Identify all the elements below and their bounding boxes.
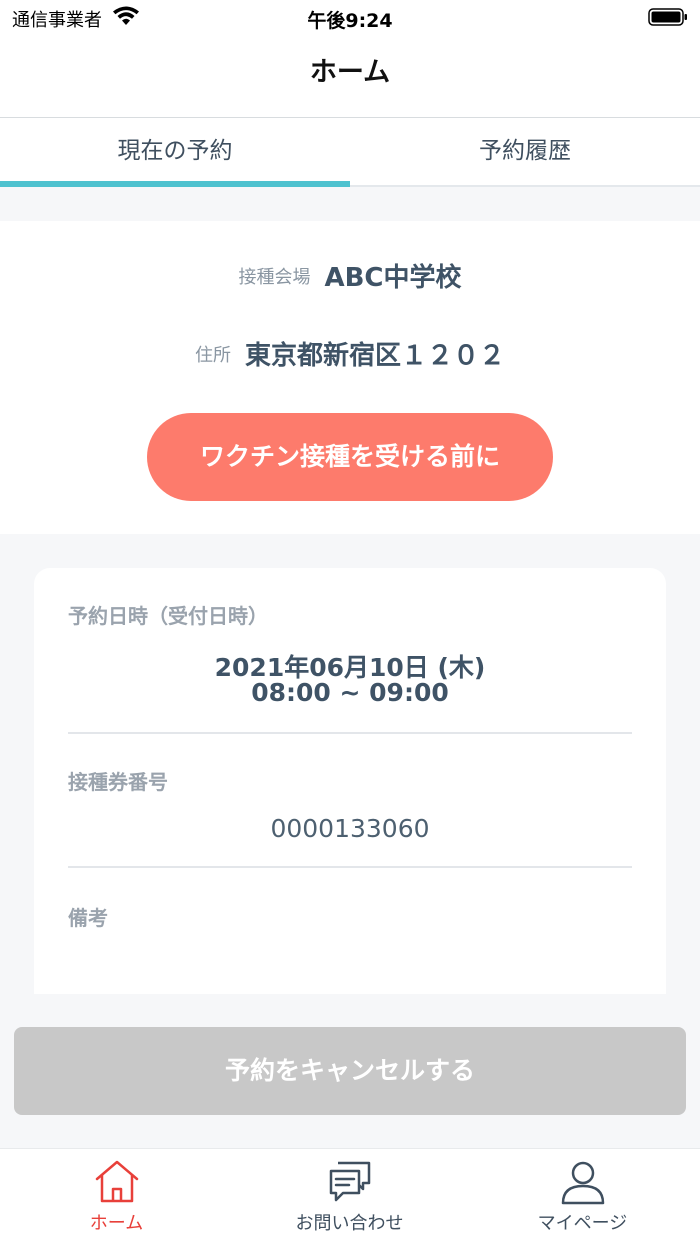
page-title: ホーム [309, 57, 391, 88]
tab-bar-mypage[interactable]: マイページ [466, 1149, 699, 1244]
battery-icon [648, 8, 687, 26]
venue-value: ABC中学校 [324, 263, 462, 293]
navigation-bar: ホーム [0, 36, 700, 118]
active-tab-indicator [0, 181, 350, 187]
reservation-tabs: 現在の予約 予約履歴 [0, 118, 700, 187]
address-label: 住所 [194, 344, 231, 366]
address-row: 住所 東京都新宿区１２０２ [0, 335, 700, 372]
clock: 午後9:24 [307, 10, 393, 32]
status-bar: 通信事業者 午後9:24 [0, 0, 700, 36]
bottom-tab-bar: ホーム お問い合わせ マイページ [0, 1148, 700, 1244]
user-icon [561, 1161, 605, 1205]
reservation-detail-card: 予約日時（受付日時） 2021年06月10日 (木) 08:00 ~ 09:00… [34, 568, 666, 994]
divider [68, 866, 632, 868]
reservation-time: 08:00 ~ 09:00 [251, 678, 449, 707]
tab-current-reservation[interactable]: 現在の予約 [0, 118, 350, 185]
ticket-number-label: 接種券番号 [68, 770, 168, 794]
tab-bar-home[interactable]: ホーム [0, 1149, 233, 1244]
divider [68, 732, 632, 734]
chat-icon [329, 1161, 371, 1202]
tab-reservation-history[interactable]: 予約履歴 [350, 118, 700, 185]
tab-bar-contact[interactable]: お問い合わせ [233, 1149, 466, 1244]
tab-bar-home-label: ホーム [89, 1213, 144, 1234]
venue-panel: 接種会場 ABC中学校 住所 東京都新宿区１２０２ ワクチン接種を受ける前に [0, 221, 700, 534]
datetime-label: 予約日時（受付日時） [68, 604, 268, 628]
address-value: 東京都新宿区１２０２ [244, 341, 505, 371]
home-icon [95, 1160, 139, 1203]
cancel-reservation-button[interactable]: 予約をキャンセルする [14, 1027, 686, 1115]
before-vaccination-button[interactable]: ワクチン接種を受ける前に [147, 413, 553, 501]
notes-label: 備考 [68, 906, 108, 930]
tab-bar-mypage-label: マイページ [537, 1213, 628, 1234]
venue-row: 接種会場 ABC中学校 [0, 257, 700, 294]
tab-bar-contact-label: お問い合わせ [295, 1213, 404, 1234]
ticket-number-value: 0000133060 [270, 814, 430, 843]
venue-label: 接種会場 [238, 266, 311, 288]
